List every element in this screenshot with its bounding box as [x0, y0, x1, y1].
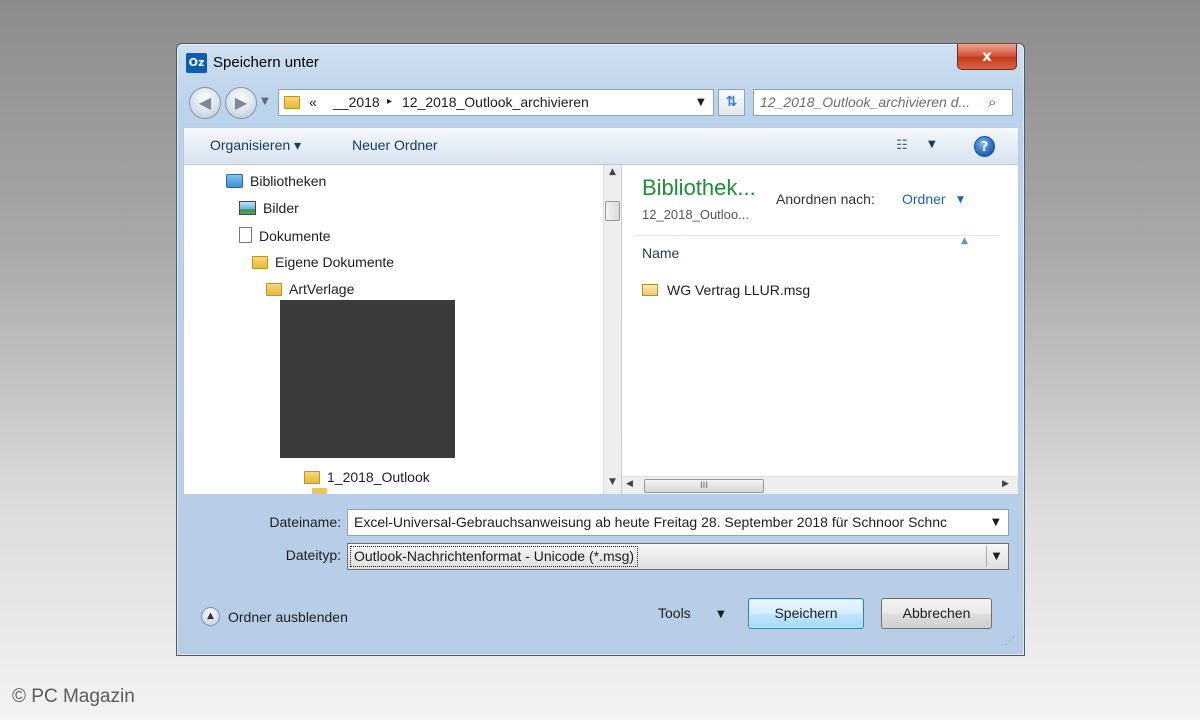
chevron-down-icon[interactable]: ▼ [957, 195, 964, 205]
breadcrumb-item[interactable]: __2018 [333, 94, 380, 110]
refresh-button[interactable]: ⇅ [718, 89, 745, 116]
file-name: WG Vertrag LLUR.msg [667, 282, 811, 298]
arrange-by-dropdown[interactable]: Ordner [902, 191, 946, 207]
scroll-left-icon[interactable]: ◀ [626, 479, 633, 489]
folder-icon [312, 488, 327, 494]
search-icon[interactable]: ⌕ [988, 93, 996, 111]
scroll-up-icon[interactable]: ▲ [604, 167, 621, 177]
tree-item-label: ArtVerlage [289, 281, 355, 297]
close-button[interactable]: x [957, 44, 1017, 70]
new-folder-button[interactable]: Neuer Ordner [352, 137, 438, 153]
folder-icon [304, 471, 320, 484]
copyright-watermark: © PC Magazin [12, 686, 135, 707]
hide-folders-button[interactable]: Ordner ausblenden [228, 609, 348, 625]
navigation-scrollbar[interactable]: ▲ ▼ [603, 165, 621, 494]
tree-item-bibliotheken[interactable]: Bibliotheken [226, 173, 326, 189]
organize-button[interactable]: Organisieren ▾ [210, 137, 301, 154]
tree-item-eigene-dokumente[interactable]: Eigene Dokumente [252, 254, 394, 270]
refresh-icon: ⇅ [725, 94, 738, 110]
search-box[interactable]: ⌕ [753, 89, 1013, 116]
search-input[interactable] [760, 94, 980, 110]
filetype-select[interactable]: Outlook-Nachrichtenformat - Unicode (*.m… [347, 543, 1009, 570]
filetype-value[interactable]: Outlook-Nachrichtenformat - Unicode (*.m… [350, 546, 639, 567]
chevron-down-icon[interactable]: ▼ [928, 139, 936, 150]
breadcrumb-item[interactable]: 12_2018_Outlook_archivieren [402, 94, 589, 110]
scroll-right-icon[interactable]: ▶ [1002, 479, 1009, 489]
navigation-pane: Bibliotheken Bilder Dokumente Eigene Dok… [183, 165, 621, 495]
help-button[interactable]: ? [974, 136, 995, 157]
outlook-app-icon: Oz [186, 53, 207, 73]
chevron-down-icon[interactable]: ▼ [697, 97, 705, 108]
chevron-down-icon[interactable]: ▼ [717, 609, 725, 620]
tree-item-label: Dokumente [259, 228, 331, 244]
filetype-label: Dateityp: [285, 547, 341, 563]
save-as-dialog: Oz Speichern unter x ◀ ▶ ▼ « __2018 ▸ 12… [176, 43, 1025, 656]
title-bar[interactable]: Oz Speichern unter x [177, 44, 1024, 82]
column-header-name[interactable]: Name [642, 245, 679, 261]
documents-icon [239, 227, 252, 243]
folder-icon [284, 96, 300, 109]
library-title: Bibliothek... [642, 175, 756, 200]
tree-item-artverlage[interactable]: ArtVerlage [266, 281, 354, 297]
address-bar[interactable]: « __2018 ▸ 12_2018_Outlook_archivieren ▼ [278, 89, 714, 116]
command-bar: Organisieren ▾ Neuer Ordner ☷ ▼ ? [183, 127, 1019, 165]
arrow-right-icon: ▶ [234, 93, 248, 112]
divider [636, 235, 1000, 236]
filename-field[interactable]: Excel-Universal-Gebrauchsanweisung ab he… [347, 509, 1009, 536]
scroll-down-icon[interactable]: ▼ [604, 477, 621, 487]
pictures-icon [239, 201, 256, 215]
tree-item-label: Bilder [263, 200, 299, 216]
chevron-down-icon[interactable]: ▼ [986, 546, 1006, 567]
filename-label: Dateiname: [269, 514, 341, 530]
breadcrumb-separator-icon[interactable]: ▸ [387, 96, 392, 107]
arrow-left-icon: ◀ [198, 93, 212, 112]
file-list-pane: Bibliothek... 12_2018_Outloo... Anordnen… [622, 165, 1019, 495]
library-subtitle: 12_2018_Outloo... [642, 207, 749, 222]
tree-item-label: Bibliotheken [250, 173, 327, 189]
view-options-icon[interactable]: ☷ [896, 138, 908, 153]
tree-item-bilder[interactable]: Bilder [239, 200, 299, 216]
tree-item-label: Eigene Dokumente [275, 254, 395, 270]
tree-item-label: 1_2018_Outlook [327, 469, 430, 485]
scrollbar-thumb[interactable] [605, 201, 620, 221]
horizontal-scrollbar[interactable]: ◀ III ▶ [622, 476, 1018, 494]
tools-button[interactable]: Tools [658, 605, 691, 621]
sort-ascending-icon: ▲ [961, 236, 968, 246]
cancel-button[interactable]: Abbrechen [881, 598, 992, 629]
window-title: Speichern unter [213, 54, 319, 71]
folder-icon [252, 256, 268, 269]
filename-value[interactable]: Excel-Universal-Gebrauchsanweisung ab he… [354, 514, 984, 530]
resize-grip-icon[interactable]: ⋰ [1005, 636, 1015, 647]
forward-button[interactable]: ▶ [225, 87, 257, 119]
tree-item-1-2018-outlook[interactable]: 1_2018_Outlook [304, 469, 430, 485]
folder-icon [266, 283, 282, 296]
breadcrumb-overflow[interactable]: « [309, 94, 317, 110]
chevron-down-icon[interactable]: ▼ [992, 517, 1000, 528]
collapse-up-icon[interactable]: ▲ [201, 607, 220, 626]
library-icon [226, 174, 243, 188]
arrange-by-label: Anordnen nach: [776, 191, 875, 207]
recent-pages-dropdown-icon[interactable]: ▼ [261, 96, 269, 107]
scrollbar-thumb[interactable]: III [644, 479, 764, 493]
mail-icon [642, 284, 658, 296]
back-button[interactable]: ◀ [189, 87, 221, 119]
save-button[interactable]: Speichern [748, 598, 864, 629]
redacted-area [280, 300, 455, 458]
file-list-item[interactable]: WG Vertrag LLUR.msg [642, 282, 810, 298]
tree-item-dokumente[interactable]: Dokumente [239, 227, 331, 244]
